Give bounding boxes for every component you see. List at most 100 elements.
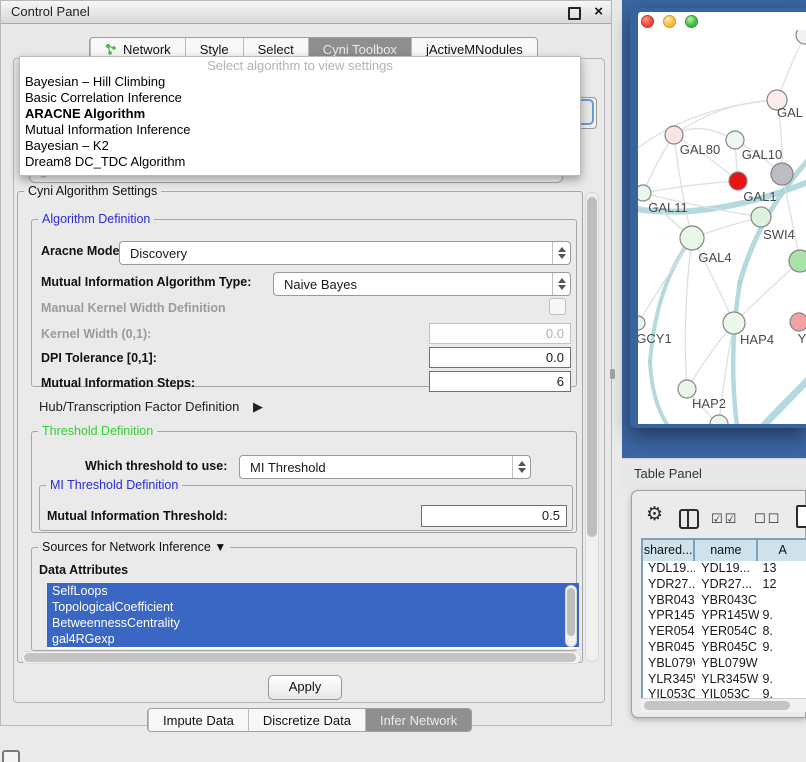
algorithm-option[interactable]: Basic Correlation Inference: [20, 90, 580, 106]
attribute-item[interactable]: BetweennessCentrality: [47, 615, 579, 631]
settings-scroll-thumb[interactable]: [587, 197, 597, 537]
cell-shared-name: YBR043C: [643, 593, 695, 609]
network-node-label: GAL11: [648, 200, 688, 215]
network-edge[interactable]: [643, 135, 674, 193]
window-zoom-button[interactable]: [685, 15, 698, 28]
table-panel-title: Table Panel: [634, 466, 702, 481]
expand-right-icon[interactable]: ▶: [253, 399, 263, 414]
algorithm-option[interactable]: ARACNE Algorithm: [20, 106, 580, 122]
network-node[interactable]: [638, 316, 645, 330]
network-node-label: GAL80: [680, 142, 720, 157]
cell-name: YBR043C: [695, 593, 758, 609]
settings-hscroll-thumb[interactable]: [24, 653, 576, 662]
manual-kernel-checkbox[interactable]: [549, 298, 566, 315]
network-canvas[interactable]: GALGAL80GAL10GAL1GAL11SWI4GAL4GCY1HAP4YH…: [638, 30, 806, 424]
cell-value: 13: [759, 561, 806, 577]
table-row[interactable]: YPR145W YPR145W 9.: [643, 608, 806, 624]
hide-columns-icon[interactable]: ☐☐: [754, 511, 781, 527]
control-panel-titlebar[interactable]: Control Panel ×: [1, 1, 611, 24]
network-edge[interactable]: [650, 362, 668, 424]
table-row[interactable]: YLR345W YLR345W 9.: [643, 672, 806, 688]
network-node[interactable]: [751, 207, 771, 227]
cell-name: YDR27...: [695, 577, 758, 593]
attributes-scroll-thumb[interactable]: [567, 588, 575, 636]
algorithm-option-label: Mutual Information Inference: [25, 122, 190, 137]
minimized-panel-icon[interactable]: [2, 750, 20, 762]
tab[interactable]: Impute Data: [148, 709, 248, 731]
table-row[interactable]: YDL19... YDL19... 13: [643, 561, 806, 577]
network-window[interactable]: GALGAL80GAL10GAL1GAL11SWI4GAL4GCY1HAP4YH…: [630, 8, 806, 428]
network-edge[interactable]: [638, 238, 692, 323]
network-node[interactable]: [796, 30, 806, 44]
panel-splitter-handle[interactable]: [610, 369, 615, 379]
table-row[interactable]: YBL079W YBL079W: [643, 656, 806, 672]
combo-stepper[interactable]: [552, 242, 570, 264]
table-row[interactable]: YBR045C YBR045C 9.: [643, 640, 806, 656]
network-window-content: GALGAL80GAL10GAL1GAL11SWI4GAL4GCY1HAP4YH…: [638, 12, 806, 424]
algorithm-option[interactable]: Dream8 DC_TDC Algorithm: [20, 154, 580, 170]
network-node-label: GAL: [777, 105, 803, 120]
hub-definition-section[interactable]: Hub/Transcription Factor Definition ▶: [39, 399, 263, 415]
algorithm-definition-title: Algorithm Definition: [38, 212, 154, 226]
dpi-tolerance-field[interactable]: 0.0: [429, 347, 571, 368]
window-minimize-button[interactable]: [663, 15, 676, 28]
table-row[interactable]: YER054C YER054C 8.: [643, 624, 806, 640]
network-edge[interactable]: [687, 323, 734, 389]
network-node[interactable]: [771, 163, 793, 185]
table-row[interactable]: YBR043C YBR043C: [643, 593, 806, 609]
network-edge[interactable]: [733, 282, 740, 424]
column-header[interactable]: name: [695, 540, 758, 561]
window-close-button[interactable]: [641, 15, 654, 28]
column-header[interactable]: shared...: [643, 540, 695, 561]
new-table-icon[interactable]: [796, 505, 806, 528]
which-threshold-combo[interactable]: MI Threshold: [239, 455, 531, 479]
algorithm-option[interactable]: Mutual Information Inference: [20, 122, 580, 138]
aracne-mode-combo[interactable]: Discovery: [119, 241, 571, 265]
mi-threshold-field[interactable]: 0.5: [421, 505, 567, 527]
apply-button[interactable]: Apply: [268, 675, 342, 700]
table-horizontal-scrollbar[interactable]: [641, 698, 806, 712]
network-node[interactable]: [790, 313, 806, 331]
mi-type-combo[interactable]: Naive Bayes: [273, 272, 571, 296]
network-node[interactable]: [710, 415, 728, 424]
attributes-scrollbar[interactable]: [565, 585, 577, 647]
tab[interactable]: Infer Network: [365, 709, 471, 731]
table-settings-gear-icon[interactable]: ⚙: [646, 505, 663, 524]
network-edge[interactable]: [643, 181, 738, 193]
table-hscroll-thumb[interactable]: [644, 701, 790, 710]
combo-stepper[interactable]: [552, 273, 570, 295]
split-columns-icon[interactable]: [679, 509, 699, 529]
network-edge[interactable]: [777, 35, 805, 100]
network-edge[interactable]: [685, 238, 692, 389]
combo-stepper[interactable]: [512, 456, 530, 478]
network-node[interactable]: [680, 226, 704, 250]
attribute-item[interactable]: TopologicalCoefficient: [47, 599, 579, 615]
algorithm-option[interactable]: Bayesian – K2: [20, 138, 580, 154]
network-node[interactable]: [729, 172, 747, 190]
network-edge[interactable]: [754, 380, 806, 424]
attribute-label: BetweennessCentrality: [52, 616, 180, 630]
mi-steps-label: Mutual Information Steps:: [41, 376, 195, 390]
kernel-width-field[interactable]: 0.0: [429, 323, 571, 344]
table-row[interactable]: YIL053C YIL053C 9.: [643, 687, 806, 698]
sources-title: Sources for Network Inference ▼: [38, 540, 230, 554]
table-panel-bar[interactable]: Table Panel: [622, 458, 806, 489]
collapse-down-icon[interactable]: ▼: [214, 540, 226, 554]
float-panel-icon[interactable]: [568, 7, 581, 20]
column-header[interactable]: A: [758, 540, 806, 561]
attribute-item[interactable]: SelfLoops: [47, 583, 579, 599]
network-node[interactable]: [789, 250, 806, 272]
tab[interactable]: Discretize Data: [248, 709, 365, 731]
close-panel-icon[interactable]: ×: [594, 3, 603, 20]
network-node[interactable]: [638, 185, 651, 201]
settings-horizontal-scrollbar[interactable]: [21, 651, 581, 664]
table-row[interactable]: YDR27... YDR27... 12: [643, 577, 806, 593]
dpi-tolerance-label: DPI Tolerance [0,1]:: [41, 351, 157, 365]
settings-vertical-scrollbar[interactable]: [585, 192, 599, 662]
algorithm-option[interactable]: Bayesian – Hill Climbing: [20, 74, 580, 90]
cell-value: 9.: [759, 640, 806, 656]
show-columns-icon[interactable]: ☑☑: [711, 511, 738, 527]
mi-steps-field[interactable]: 6: [429, 371, 571, 392]
attribute-item[interactable]: gal4RGexp: [47, 631, 579, 647]
network-node[interactable]: [723, 312, 745, 334]
